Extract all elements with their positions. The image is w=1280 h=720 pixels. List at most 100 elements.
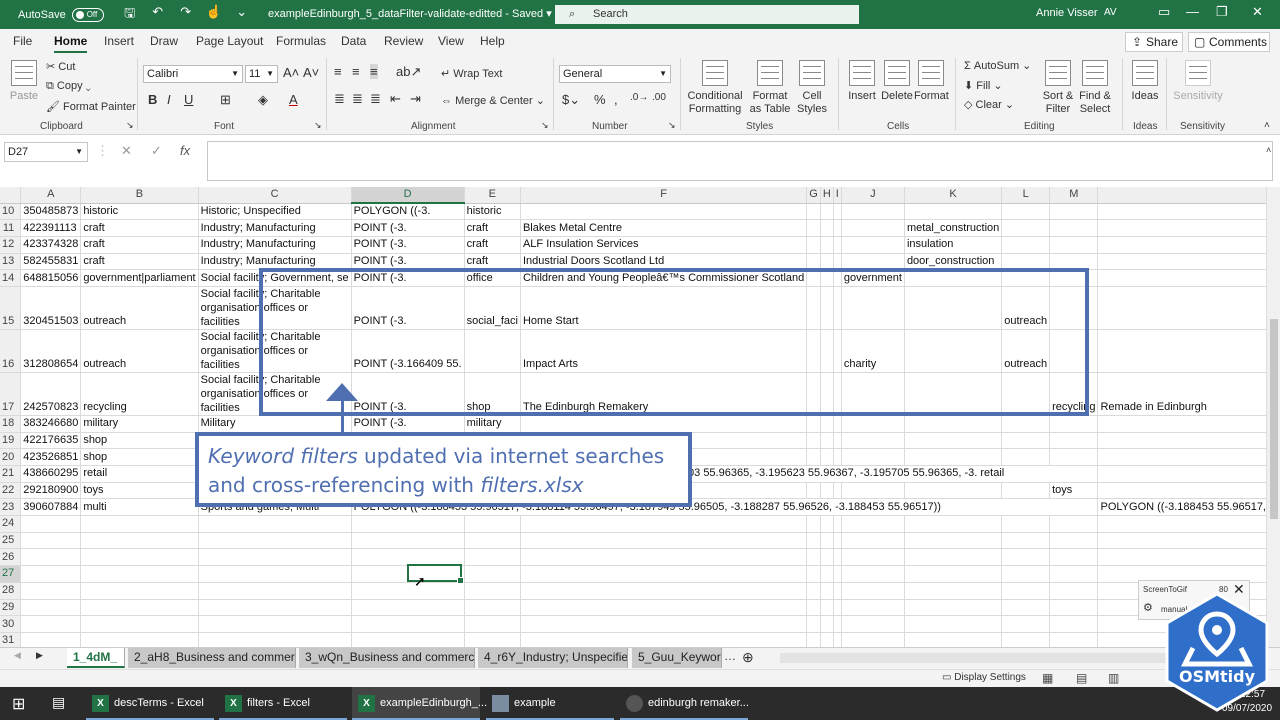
cell-k[interactable] — [904, 415, 1003, 433]
cell-h[interactable] — [820, 515, 834, 533]
tab-draw[interactable]: Draw — [150, 34, 178, 48]
task-view-icon[interactable]: ▤ — [52, 694, 65, 711]
cell-m[interactable] — [1049, 448, 1099, 466]
row-header[interactable]: 17 — [0, 372, 22, 416]
cell-h[interactable] — [820, 632, 834, 647]
fill-button[interactable]: ⬇ Fill ⌄ — [964, 79, 1003, 92]
cell-styles-button[interactable]: Cell Styles — [792, 60, 832, 116]
cell-h[interactable] — [820, 582, 834, 600]
cell-i[interactable] — [833, 582, 842, 600]
cell-j[interactable] — [841, 582, 905, 600]
cell-n[interactable] — [1097, 329, 1280, 373]
cell-k[interactable] — [904, 615, 1003, 633]
cell-n[interactable] — [1097, 532, 1280, 550]
cell-b[interactable]: outreach — [80, 329, 199, 373]
cell-n[interactable] — [1097, 269, 1280, 287]
merge-center-button[interactable]: ⇔ Merge & Center ⌄ — [441, 94, 545, 107]
sheet-tab-2[interactable]: 2_aH8_Business and commerc — [128, 648, 296, 668]
cell-a[interactable]: 242570823 — [20, 372, 82, 416]
expand-formula-bar-icon[interactable]: ˄ — [1266, 145, 1271, 155]
cell-i[interactable] — [833, 599, 842, 617]
next-sheet-icon[interactable]: ▶ — [36, 650, 43, 661]
cell-m[interactable] — [1049, 203, 1099, 221]
tab-help[interactable]: Help — [480, 34, 505, 48]
cell-c[interactable]: Military — [198, 415, 352, 433]
cell-l[interactable] — [1001, 219, 1051, 237]
cell-h[interactable] — [820, 599, 834, 617]
cell-f[interactable] — [520, 515, 808, 533]
cell-n[interactable] — [1097, 236, 1280, 254]
cell-f[interactable] — [520, 582, 808, 600]
cell-a[interactable] — [20, 582, 82, 600]
cell-h[interactable] — [820, 432, 834, 450]
row-header[interactable]: 20 — [0, 448, 22, 466]
align-middle-icon[interactable]: ≡ — [352, 64, 360, 79]
cell-i[interactable] — [833, 219, 842, 237]
cell-c[interactable] — [198, 565, 352, 583]
cell-f[interactable]: ALF Insulation Services — [520, 236, 808, 254]
increase-indent-icon[interactable]: ⇥ — [410, 91, 421, 107]
font-size-select[interactable]: 11 ▼ — [245, 65, 278, 83]
cell-i[interactable] — [833, 615, 842, 633]
tab-data[interactable]: Data — [341, 34, 366, 48]
cell-f[interactable] — [520, 203, 808, 221]
column-header-a[interactable]: A — [20, 187, 82, 204]
tab-insert[interactable]: Insert — [104, 34, 134, 48]
cell-g[interactable] — [806, 236, 821, 254]
more-sheets-icon[interactable]: … — [724, 649, 736, 663]
cell-k[interactable] — [904, 632, 1003, 647]
cell-n[interactable] — [1097, 415, 1280, 433]
windows-start-icon[interactable]: ⊞ — [12, 694, 25, 714]
cell-b[interactable]: toys — [80, 482, 199, 500]
cell-k[interactable] — [904, 548, 1003, 567]
tab-formulas[interactable]: Formulas — [276, 34, 326, 48]
cell-m[interactable] — [1049, 632, 1099, 647]
taskbar-item-filters[interactable]: Xfilters - Excel — [219, 687, 347, 720]
cell-b[interactable]: retail — [80, 465, 199, 483]
cell-l[interactable] — [1001, 432, 1051, 450]
insert-function-icon[interactable]: fx — [180, 143, 190, 158]
cell-a[interactable]: 422176635 — [20, 432, 82, 450]
cell-a[interactable]: 383246680 — [20, 415, 82, 433]
cell-d[interactable] — [351, 515, 465, 533]
cell-e[interactable] — [464, 599, 521, 617]
cell-d[interactable] — [351, 615, 465, 633]
cell-c[interactable] — [198, 599, 352, 617]
cell-k[interactable] — [904, 599, 1003, 617]
cell-e[interactable]: historic — [464, 203, 521, 221]
touch-mode-icon[interactable]: ☝ — [206, 4, 222, 26]
cell-i[interactable] — [833, 236, 842, 254]
cell-a[interactable]: 423374328 — [20, 236, 82, 254]
user-avatar[interactable]: AV — [1104, 7, 1117, 18]
cell-h[interactable] — [820, 236, 834, 254]
row-header[interactable]: 12 — [0, 236, 22, 254]
cell-h[interactable] — [820, 565, 834, 583]
cell-b[interactable]: historic — [80, 203, 199, 221]
shrink-font-icon[interactable]: A˅ — [303, 65, 319, 80]
cell-a[interactable]: 422391113 — [20, 219, 82, 237]
cell-j[interactable] — [841, 515, 905, 533]
name-box[interactable]: D27 ▼ — [4, 142, 88, 162]
row-header[interactable]: 10 — [0, 203, 22, 221]
save-icon[interactable]: 🖫 — [122, 4, 138, 26]
copy-button[interactable]: ⧉ Copy ⌄ — [46, 80, 91, 93]
cell-l[interactable] — [1001, 599, 1051, 617]
cell-m[interactable]: toys — [1049, 482, 1099, 500]
cell-c[interactable]: Industry; Manufacturing — [198, 236, 352, 254]
prev-sheet-icon[interactable]: ◀ — [14, 650, 21, 661]
cell-a[interactable]: 648815056 — [20, 269, 82, 287]
cut-button[interactable]: ✂ Cut — [46, 60, 75, 73]
sort-filter-button[interactable]: Sort & Filter — [1038, 60, 1078, 116]
percent-icon[interactable]: % — [594, 92, 606, 107]
sensitivity-button[interactable]: Sensitivity — [1172, 60, 1224, 103]
cell-a[interactable] — [20, 599, 82, 617]
search-box[interactable]: ⌕ Search — [555, 5, 859, 24]
cell-m[interactable] — [1049, 565, 1099, 583]
row-header[interactable]: 15 — [0, 286, 22, 330]
cell-k[interactable]: metal_construction — [904, 219, 1003, 237]
cell-n[interactable] — [1097, 253, 1280, 271]
cell-b[interactable]: shop — [80, 448, 199, 466]
cell-n[interactable] — [1097, 432, 1280, 450]
cell-k[interactable] — [904, 432, 1003, 450]
clear-button[interactable]: ◇ Clear ⌄ — [964, 98, 1014, 111]
